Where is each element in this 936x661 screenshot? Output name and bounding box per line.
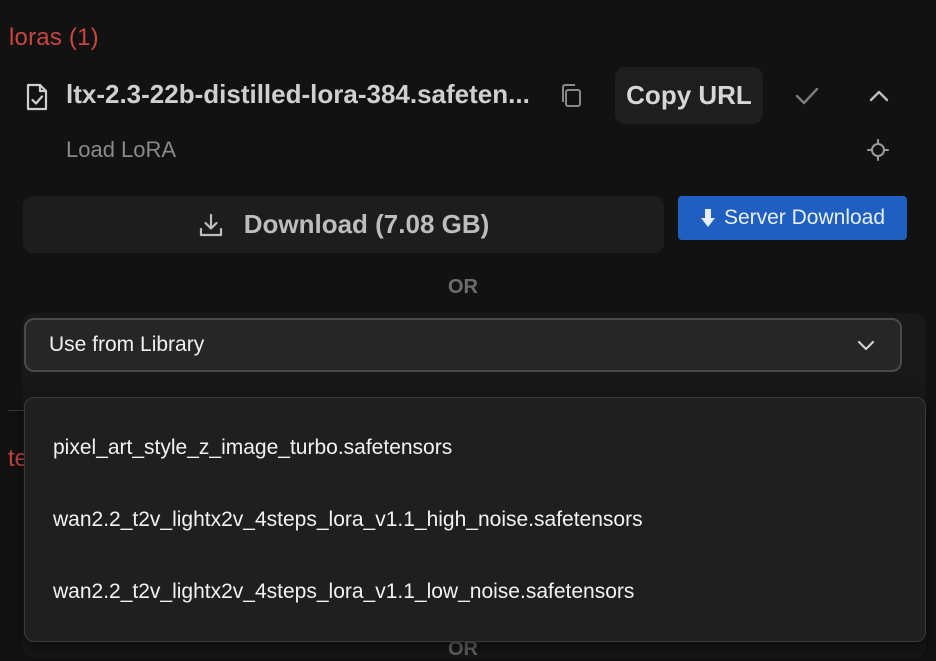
check-icon[interactable] [793,84,821,108]
copy-icon[interactable] [558,82,584,110]
download-icon [199,213,222,236]
library-dropdown: pixel_art_style_z_image_turbo.safetensor… [24,397,926,642]
section-title: loras (1) [9,24,99,51]
server-download-label: Server Download [723,206,886,229]
download-button[interactable]: Download (7.08 GB) [23,196,664,253]
library-option[interactable]: wan2.2_t2v_lightx2v_4steps_lora_v1.1_hig… [53,508,643,532]
copy-url-button[interactable]: Copy URL [615,67,763,124]
file-name: ltx-2.3-22b-distilled-lora-384.safeten..… [66,79,530,109]
library-option[interactable]: pixel_art_style_z_image_turbo.safetensor… [53,436,452,460]
chevron-up-icon[interactable] [867,87,891,105]
library-select[interactable]: Use from Library [24,318,902,372]
library-select-label: Use from Library [49,333,205,356]
chevron-down-icon [857,340,875,351]
target-icon[interactable] [867,139,889,161]
file-subtitle: Load LoRA [66,137,177,162]
file-check-icon [26,83,48,111]
download-label: Download (7.08 GB) [243,209,490,239]
server-download-button[interactable]: Server Download [678,196,907,240]
arrow-down-icon [700,209,715,227]
library-option[interactable]: wan2.2_t2v_lightx2v_4steps_lora_v1.1_low… [53,580,634,604]
or-separator: OR [448,276,478,298]
